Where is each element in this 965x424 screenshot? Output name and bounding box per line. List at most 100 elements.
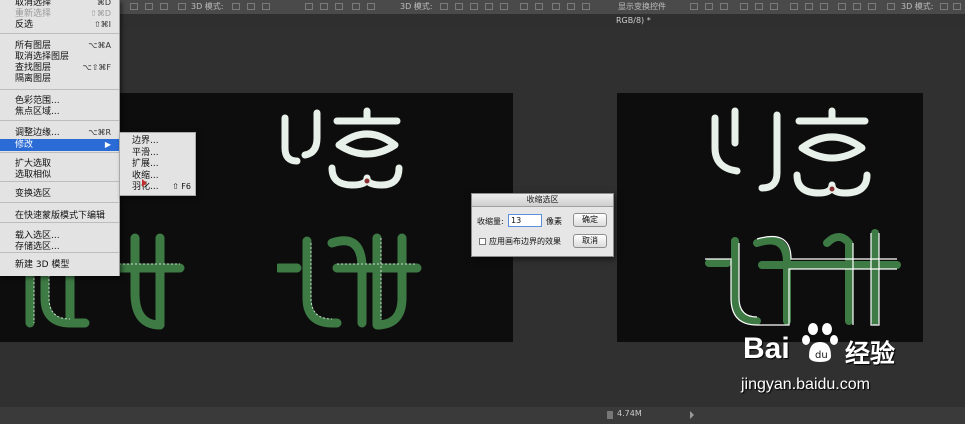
- submenu-item-label: 边界...: [132, 136, 159, 146]
- document-tab[interactable]: RGB/8) *: [616, 16, 651, 25]
- menu-separator: [0, 222, 119, 223]
- artwork-stroke: [3, 263, 35, 328]
- align-icon[interactable]: [335, 3, 343, 10]
- menu-separator: [0, 33, 119, 34]
- submenu-item[interactable]: 平滑...: [120, 147, 197, 159]
- dialog-title: 收缩选区: [472, 194, 613, 207]
- align-icon[interactable]: [178, 3, 186, 10]
- align-icon[interactable]: [868, 3, 876, 10]
- paw-icon: du: [802, 323, 838, 362]
- submenu-item[interactable]: 扩展...: [120, 158, 197, 170]
- menu-item-label: 修改: [15, 140, 34, 150]
- artwork-stroke: [327, 236, 367, 328]
- artwork-stroke: [753, 236, 791, 325]
- align-icon[interactable]: [720, 3, 728, 10]
- artwork-stroke: [281, 114, 301, 165]
- align-icon[interactable]: [770, 3, 778, 10]
- align-icon[interactable]: [705, 3, 713, 10]
- menu-item-label: 变换选区: [15, 189, 52, 199]
- roll-3d-icon[interactable]: [953, 3, 961, 10]
- align-icon[interactable]: [320, 3, 328, 10]
- align-icon[interactable]: [805, 3, 813, 10]
- pan-3d-icon[interactable]: [470, 3, 478, 10]
- align-icon[interactable]: [367, 3, 375, 10]
- canvas-bounds-checkbox[interactable]: [479, 238, 486, 245]
- menu-item-label: 隔离图层: [15, 74, 52, 84]
- mode-3d-label: 3D 模式:: [400, 2, 433, 11]
- menu-separator: [0, 152, 119, 153]
- align-icon[interactable]: [582, 3, 590, 10]
- submenu-item-label: 扩展...: [132, 159, 159, 169]
- menu-item[interactable]: 焦点区域...: [0, 106, 119, 118]
- menu-item[interactable]: 在快速蒙版模式下编辑: [0, 210, 119, 222]
- status-bar: 4.74M: [0, 407, 965, 424]
- menu-item-label: 选取相似: [15, 170, 52, 180]
- rotate-3d-icon[interactable]: [232, 3, 240, 10]
- rotate-3d-icon[interactable]: [940, 3, 948, 10]
- ok-button[interactable]: 确定: [573, 213, 607, 227]
- align-icon[interactable]: [130, 3, 138, 10]
- align-icon[interactable]: [535, 3, 543, 10]
- align-icon[interactable]: [853, 3, 861, 10]
- artwork-stroke: [302, 236, 342, 328]
- amount-input[interactable]: 13: [508, 214, 542, 227]
- menu-separator: [0, 252, 119, 253]
- align-icon[interactable]: [552, 3, 560, 10]
- artwork-dot: [829, 186, 835, 192]
- menu-item-shortcut: ⇧⌘I: [93, 20, 111, 29]
- align-icon[interactable]: [690, 3, 698, 10]
- align-icon[interactable]: [567, 3, 575, 10]
- align-icon[interactable]: [160, 3, 168, 10]
- mode-3d-label: 3D 模式:: [901, 2, 934, 11]
- menu-item[interactable]: 隔离图层: [0, 73, 119, 85]
- menu-item-label: 调整边缘...: [15, 128, 60, 138]
- show-transform-controls[interactable]: 显示变换控件: [618, 1, 666, 12]
- menu-item[interactable]: 反选 ⇧⌘I: [0, 19, 119, 31]
- artwork-stroke: [333, 107, 401, 125]
- mode-3d-label: 3D 模式:: [191, 2, 224, 11]
- menu-separator: [0, 202, 119, 203]
- align-icon[interactable]: [520, 3, 528, 10]
- watermark-brand-right: 经验: [845, 339, 896, 368]
- canvas-bounds-label: 应用画布边界的效果: [489, 237, 561, 246]
- artwork-3: [705, 107, 901, 326]
- submenu-item[interactable]: 羽化... ⇧ F6: [120, 181, 197, 193]
- baidu-watermark: Bai du 经验 jingyan.baidu.com: [737, 320, 965, 400]
- menu-item-shortcut: ▶: [104, 140, 111, 149]
- watermark-brand-left: Bai: [743, 332, 790, 365]
- align-icon[interactable]: [838, 3, 846, 10]
- menu-separator: [0, 89, 119, 90]
- submenu-item[interactable]: 边界...: [120, 135, 197, 147]
- scale-3d-icon[interactable]: [500, 3, 508, 10]
- align-icon[interactable]: [145, 3, 153, 10]
- submenu-item-label: 平滑...: [132, 147, 159, 158]
- align-icon[interactable]: [820, 3, 828, 10]
- align-icon[interactable]: [352, 3, 360, 10]
- unit-label: 像素: [546, 217, 562, 226]
- align-icon[interactable]: [305, 3, 313, 10]
- align-icon[interactable]: [887, 3, 895, 10]
- menu-item[interactable]: 新建 3D 模型: [0, 259, 119, 271]
- rotate-3d-icon[interactable]: [440, 3, 448, 10]
- menu-item-label: 在快速蒙版模式下编辑: [15, 211, 106, 221]
- document-tab-bar: RGB/8) *: [120, 14, 965, 27]
- menu-item[interactable]: 修改 ▶: [0, 139, 119, 151]
- align-icon[interactable]: [755, 3, 763, 10]
- status-divider: [607, 411, 613, 419]
- menu-item[interactable]: 调整边缘... ⌥⌘R: [0, 127, 119, 139]
- roll-3d-icon[interactable]: [247, 3, 255, 10]
- align-icon[interactable]: [740, 3, 748, 10]
- watermark-url: jingyan.baidu.com: [741, 376, 870, 393]
- align-icon[interactable]: [790, 3, 798, 10]
- play-arrow-icon[interactable]: [690, 411, 695, 419]
- slide-3d-icon[interactable]: [485, 3, 493, 10]
- pan-3d-icon[interactable]: [262, 3, 270, 10]
- menu-item[interactable]: 变换选区: [0, 188, 119, 200]
- svg-text:du: du: [815, 350, 828, 361]
- submenu-item[interactable]: 收缩...: [120, 170, 197, 182]
- cancel-button[interactable]: 取消: [573, 234, 607, 248]
- amount-value: 13: [511, 216, 522, 225]
- artwork-dot: [364, 178, 370, 184]
- roll-3d-icon[interactable]: [455, 3, 463, 10]
- menu-item[interactable]: 选取相似: [0, 169, 119, 181]
